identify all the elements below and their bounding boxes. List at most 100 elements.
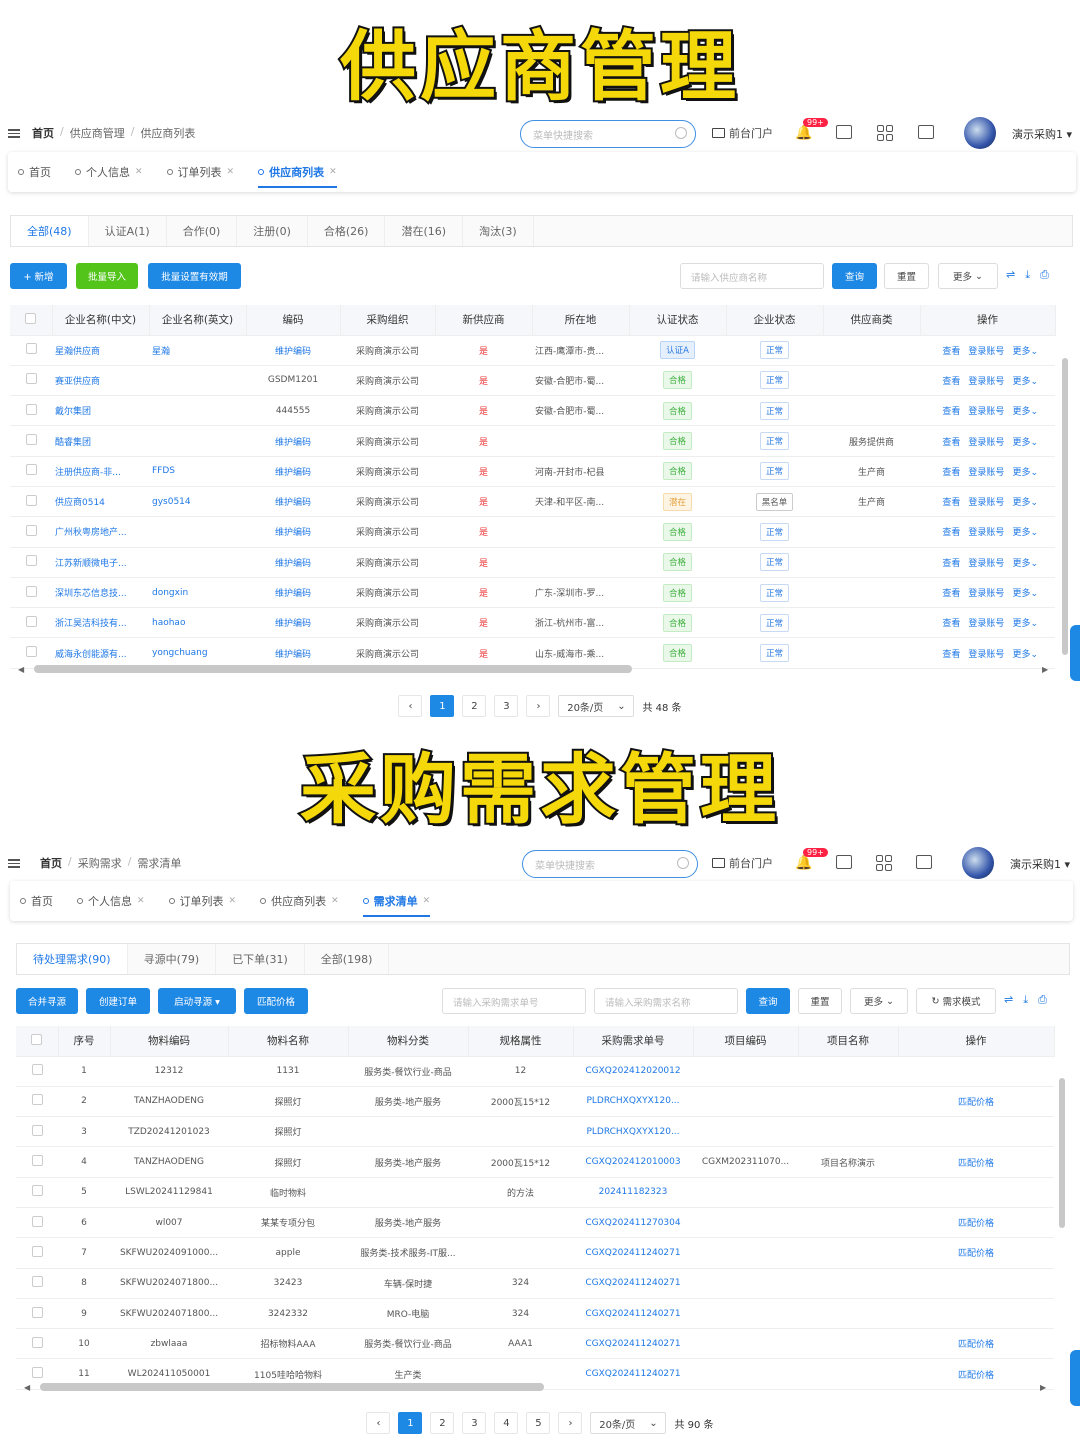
page-4-button[interactable]: 4 [494,1412,519,1434]
login-account-link[interactable]: 登录账号 [968,344,1004,357]
row-checkbox[interactable] [10,395,52,427]
next-page-button[interactable]: › [558,1412,583,1434]
supplier-code[interactable]: 维护编码 [246,547,340,578]
login-account-link[interactable]: 登录账号 [968,556,1004,569]
menu-search-input[interactable]: 菜单快捷搜索 [520,120,696,148]
add-button[interactable]: + 新增 [10,263,67,289]
demand-no-link[interactable]: CGXQ202411270304 [573,1207,693,1239]
select-all-checkbox[interactable] [16,1026,59,1057]
merge-sourcing-button[interactable]: 合并寻源 [16,988,78,1014]
login-account-link[interactable]: 登录账号 [968,647,1004,660]
row-checkbox[interactable] [16,1146,58,1178]
supplier-name-link[interactable]: 威海永创能源有... [52,637,149,669]
demand-no-link[interactable]: PLDRCHXQXYX120... [573,1086,693,1118]
message-button[interactable] [836,855,852,869]
filter-icon[interactable]: ⇌ [1006,268,1015,282]
vertical-scrollbar[interactable] [1059,1078,1065,1228]
notification-button[interactable]: 🔔 99+ [795,848,828,871]
tab-supplier-list[interactable]: 供应商列表 ✕ [258,152,337,192]
supplier-name-link[interactable]: 酷睿集团 [52,425,149,457]
row-checkbox[interactable] [10,335,52,366]
match-price-link[interactable]: 匹配价格 [898,1237,1054,1269]
demand-no-link[interactable]: CGXQ202411240271 [573,1237,693,1269]
match-price-link[interactable] [898,1268,1054,1299]
more-actions-dropdown[interactable]: 更多⌄ [1012,404,1038,417]
table-row[interactable]: 注册供应商-非... FFDS 维护编码 采购商演示公司是河南-开封市-杞县 合格 正常 生… [10,456,1055,487]
match-price-link[interactable] [898,1177,1054,1208]
page-2-button[interactable]: 2 [462,695,487,717]
tab-home[interactable]: 首页 [18,152,51,192]
row-checkbox[interactable] [10,577,52,609]
scroll-right-icon[interactable]: ▶ [1040,1383,1046,1392]
demand-no-input[interactable]: 请输入采购需求单号 [442,988,586,1014]
query-button[interactable]: 查询 [746,988,790,1014]
view-link[interactable]: 查看 [942,586,960,599]
table-row[interactable]: 深圳东芯信息技... dongxin 维护编码 采购商演示公司是广东-深圳市-罗...… [10,577,1055,609]
supplier-code[interactable]: 维护编码 [246,425,340,457]
view-link[interactable]: 查看 [942,647,960,660]
supplier-code[interactable]: 维护编码 [246,577,340,609]
login-account-link[interactable]: 登录账号 [968,616,1004,629]
print-icon[interactable]: ⎙ [1038,993,1047,1007]
table-row[interactable]: 3 TZD20241201023 探照灯 PLDRCHXQXYX120... [16,1116,1054,1148]
more-actions-dropdown[interactable]: 更多⌄ [1012,374,1038,387]
scroll-left-icon[interactable]: ◀ [24,1383,30,1392]
row-checkbox[interactable] [10,607,52,639]
row-checkbox[interactable] [16,1086,58,1118]
view-link[interactable]: 查看 [942,344,960,357]
table-row[interactable]: 2 TANZHAODENG 探照灯 服务类-地产服务 2000瓦15*12 PLDRCHX… [16,1086,1054,1118]
tab-personal-info[interactable]: 个人信息 ✕ [77,881,145,921]
message-button[interactable] [836,125,852,139]
row-checkbox[interactable] [10,456,52,487]
select-all-checkbox[interactable] [10,305,53,336]
page-3-button[interactable]: 3 [462,1412,487,1434]
more-actions-dropdown[interactable]: 更多⌄ [1012,647,1038,660]
user-menu[interactable]: 演示采购1 ▾ [1010,856,1070,872]
demand-no-link[interactable]: CGXQ202411240271 [573,1268,693,1299]
supplier-code[interactable]: 维护编码 [246,516,340,548]
row-checkbox[interactable] [10,547,52,578]
row-checkbox[interactable] [10,516,52,548]
login-account-link[interactable]: 登录账号 [968,465,1004,478]
table-row[interactable]: 5 LSWL20241129841 临时物料 的方法 202411182323 [16,1177,1054,1208]
print-icon[interactable]: ⎙ [1040,268,1049,282]
tab-order-list[interactable]: 订单列表 ✕ [166,152,234,192]
reset-button[interactable]: 重置 [798,988,842,1014]
menu-icon[interactable] [8,858,20,868]
tab-home[interactable]: 首页 [20,881,53,921]
page-size-select[interactable]: 20条/页 ⌄ [558,695,635,717]
more-actions-dropdown[interactable]: 更多⌄ [1012,435,1038,448]
match-price-link[interactable]: 匹配价格 [898,1358,1054,1390]
status-tab-all[interactable]: 全部(48) [11,216,89,246]
supplier-name-input[interactable]: 请输入供应商名称 [680,263,824,289]
login-account-link[interactable]: 登录账号 [968,404,1004,417]
breadcrumb-supplier-mgmt[interactable]: 供应商管理 [70,125,125,141]
more-button[interactable]: 更多 ⌄ [850,988,908,1014]
table-row[interactable]: 供应商0514 gys0514 维护编码 采购商演示公司是天津-和平区-南... 潜在 黑… [10,486,1055,518]
row-checkbox[interactable] [16,1298,58,1330]
next-page-button[interactable]: › [526,695,551,717]
table-row[interactable]: 1 12312 1131 服务类-餐饮行业-商品 12 CGXQ202412020012 [16,1056,1054,1087]
page-2-button[interactable]: 2 [430,1412,455,1434]
row-checkbox[interactable] [16,1328,58,1360]
supplier-name-link[interactable]: 广州秋粤房地产... [52,516,149,548]
demand-mode-button[interactable]: ↻ 需求模式 [916,988,996,1014]
table-row[interactable]: 8 SKFWU2024071800... 32423 车辆-保时捷 324 CGXQ202… [16,1268,1054,1299]
login-account-link[interactable]: 登录账号 [968,435,1004,448]
login-account-link[interactable]: 登录账号 [968,586,1004,599]
supplier-name-link[interactable]: 注册供应商-非... [52,456,149,487]
horizontal-scrollbar[interactable] [34,665,632,673]
view-link[interactable]: 查看 [942,435,960,448]
demand-no-link[interactable]: CGXQ202412020012 [573,1056,693,1087]
scroll-right-icon[interactable]: ▶ [1042,665,1048,674]
tab-personal-info[interactable]: 个人信息 ✕ [75,152,143,192]
status-tab-eliminated[interactable]: 淘汰(3) [463,216,534,246]
apps-button[interactable] [876,855,892,871]
status-tab-cert-a[interactable]: 认证A(1) [89,216,167,246]
prev-page-button[interactable]: ‹ [366,1412,391,1434]
batch-import-button[interactable]: 批量导入 [76,263,138,289]
table-row[interactable]: 广州秋粤房地产... 维护编码 采购商演示公司是 合格 正常 查看 登录账号 更多⌄ [10,516,1055,548]
page-size-select[interactable]: 20条/页 ⌄ [590,1412,667,1434]
start-sourcing-dropdown[interactable]: 启动寻源 ▾ [158,988,236,1014]
match-price-link[interactable]: 匹配价格 [898,1328,1054,1360]
